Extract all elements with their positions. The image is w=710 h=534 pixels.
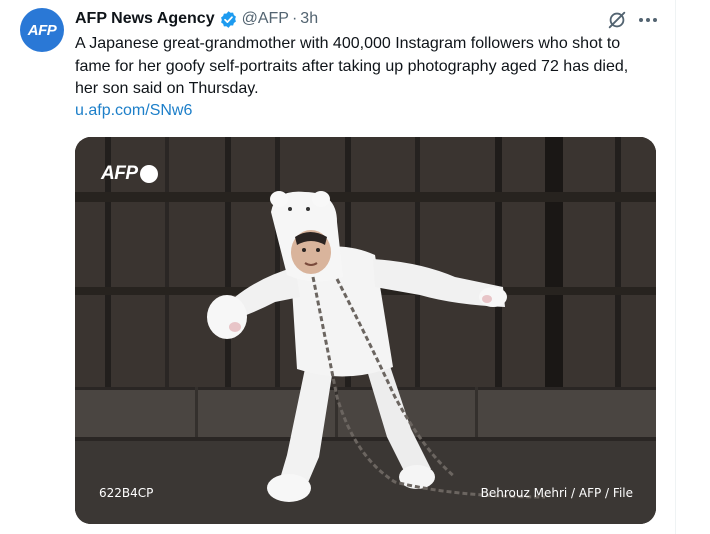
avatar[interactable]: AFP	[20, 8, 64, 52]
timestamp[interactable]: 3h	[300, 10, 318, 28]
watermark-dot-icon	[139, 165, 158, 183]
afp-watermark-logo: AFP	[101, 163, 158, 185]
watermark-text: AFP	[101, 163, 138, 184]
more-dot	[646, 18, 650, 22]
author-name[interactable]: AFP News Agency	[75, 10, 215, 28]
more-dot	[653, 18, 657, 22]
tweet-photo[interactable]: AFP 622B4CP Behrouz Mehri / AFP / File	[75, 137, 656, 524]
tweet-text: A Japanese great-grandmother with 400,00…	[75, 35, 629, 97]
grok-icon[interactable]	[606, 9, 628, 31]
avatar-logo-text: AFP	[27, 21, 57, 39]
image-code: 622B4CP	[99, 486, 154, 500]
column-divider	[675, 0, 676, 534]
verified-badge-icon	[220, 10, 236, 28]
author-handle[interactable]: @AFP	[242, 10, 289, 28]
photo-scene	[75, 137, 656, 524]
photo-credit: Behrouz Mehri / AFP / File	[480, 486, 633, 500]
separator-dot: ·	[291, 10, 298, 27]
tweet-link[interactable]: u.afp.com/SNw6	[75, 100, 192, 122]
more-dot	[639, 18, 643, 22]
tweet[interactable]: AFP AFP News Agency @AFP · 3h A Japanese…	[0, 0, 710, 534]
tweet-header: AFP News Agency @AFP · 3h	[75, 8, 318, 30]
more-icon[interactable]	[636, 9, 660, 31]
